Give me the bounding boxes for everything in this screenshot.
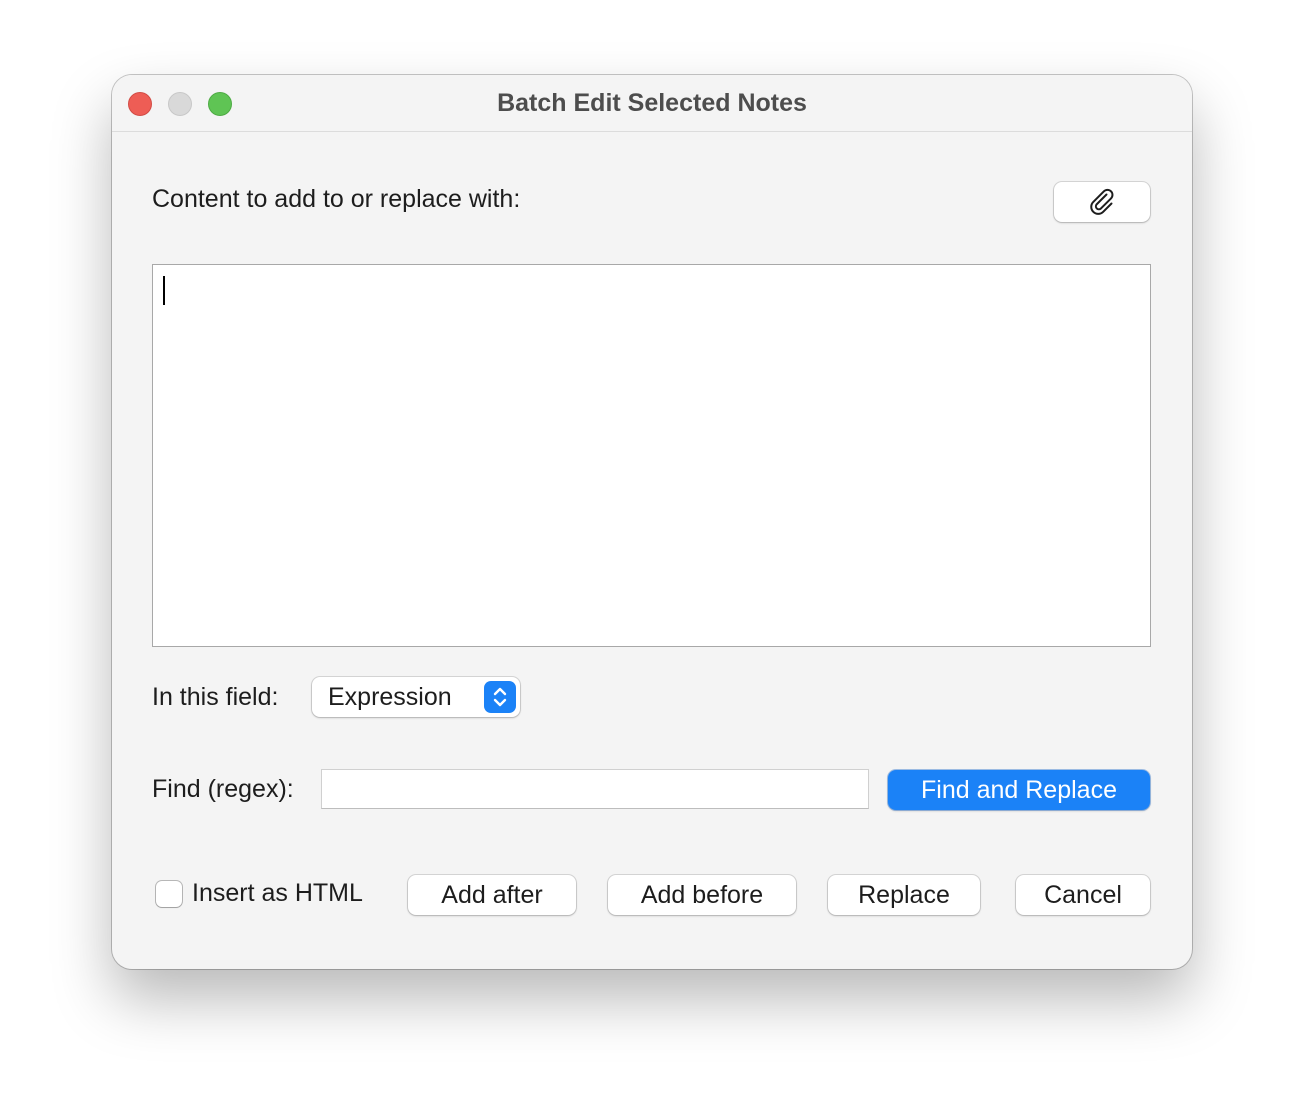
add-before-button[interactable]: Add before	[608, 875, 796, 915]
batch-edit-dialog: Batch Edit Selected Notes Content to add…	[112, 75, 1192, 969]
content-label: Content to add to or replace with:	[152, 185, 521, 213]
title-bar: Batch Edit Selected Notes	[112, 75, 1192, 132]
content-textarea[interactable]	[152, 264, 1151, 647]
insert-as-html-label[interactable]: Insert as HTML	[192, 879, 363, 908]
text-caret	[163, 276, 165, 305]
attach-button[interactable]	[1054, 182, 1150, 222]
up-down-chevron-icon	[493, 687, 507, 707]
field-select-value: Expression	[328, 683, 452, 711]
insert-as-html-checkbox[interactable]	[156, 881, 182, 907]
paperclip-icon	[1090, 188, 1114, 215]
field-select[interactable]: Expression	[312, 677, 520, 717]
window-title: Batch Edit Selected Notes	[497, 89, 807, 117]
find-label: Find (regex):	[152, 775, 294, 803]
find-and-replace-button[interactable]: Find and Replace	[888, 770, 1150, 810]
select-stepper	[484, 681, 516, 713]
cancel-button[interactable]: Cancel	[1016, 875, 1150, 915]
field-label: In this field:	[152, 683, 279, 711]
find-regex-input[interactable]	[321, 769, 869, 809]
add-after-button[interactable]: Add after	[408, 875, 576, 915]
replace-button[interactable]: Replace	[828, 875, 980, 915]
